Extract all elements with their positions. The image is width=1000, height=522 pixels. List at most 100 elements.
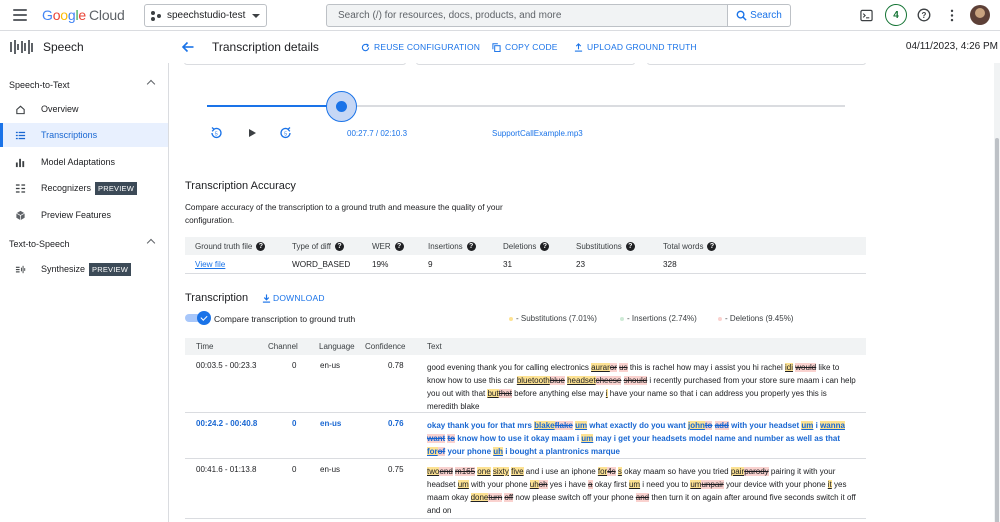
sidebar-item-transcriptions[interactable]: Transcriptions xyxy=(0,123,168,147)
deletion-word: cheese xyxy=(595,376,622,385)
help-icon[interactable]: ? xyxy=(540,241,550,251)
replay-icon[interactable]: 5 xyxy=(209,126,223,140)
deletion-word: m165 xyxy=(455,467,476,476)
forward-icon[interactable]: 5 xyxy=(279,126,293,140)
header-insertions: Insertions? xyxy=(428,241,476,251)
section-title: Text-to-Speech xyxy=(9,239,70,249)
sidebar-section-speech-to-text[interactable]: Speech-to-Text xyxy=(9,79,159,90)
help-icon[interactable]: ? xyxy=(707,241,717,251)
header-time: Time xyxy=(196,342,214,351)
deletion-word: off xyxy=(504,493,514,502)
help-icon[interactable]: ? xyxy=(625,241,635,251)
top-bar: Google Cloud speechstudio-test Search (/)… xyxy=(0,0,1000,31)
row-confidence: 0.78 xyxy=(388,361,404,370)
substitution-word: um xyxy=(581,434,594,443)
download-button[interactable]: DOWNLOAD xyxy=(262,293,325,303)
total-words-value: 328 xyxy=(663,259,677,269)
table-row[interactable]: 00:24.2 - 00:40.8 0 en-us 0.76 okay than… xyxy=(185,413,866,459)
list-icon xyxy=(14,129,26,141)
page-scrollbar[interactable] xyxy=(994,63,1000,522)
search-button-label: Search xyxy=(750,10,782,21)
sidebar-item-overview[interactable]: Overview xyxy=(0,97,168,121)
sidebar-item-label: Recognizers xyxy=(41,183,92,193)
notifications-badge[interactable]: 4 xyxy=(885,4,907,26)
home-icon xyxy=(14,103,26,115)
table-row[interactable]: 00:41.6 - 01:13.8 0 en-us 0.75 twoend m1… xyxy=(185,459,866,519)
substitution-word: but xyxy=(487,389,499,398)
svg-text:?: ? xyxy=(922,11,927,20)
menu-icon[interactable] xyxy=(13,9,27,21)
product-header[interactable]: Speech xyxy=(0,31,169,63)
project-selector[interactable]: speechstudio-test xyxy=(144,4,267,27)
sidebar-item-synthesize[interactable]: Synthesize PREVIEW xyxy=(0,257,168,281)
header-confidence: Confidence xyxy=(365,342,406,351)
sidebar-item-label: Model Adaptations xyxy=(41,157,116,167)
table-row[interactable]: 00:03.5 - 00:23.3 0 en-us 0.78 good even… xyxy=(185,355,866,413)
substitution-word: aurar xyxy=(591,363,610,372)
reuse-configuration-button[interactable]: REUSE CONFIGURATION xyxy=(361,42,480,52)
logo-cloud-text: Cloud xyxy=(89,7,125,23)
sidebar-item-recognizers[interactable]: Recognizers PREVIEW xyxy=(0,176,168,200)
copy-code-button[interactable]: COPY CODE xyxy=(492,42,558,52)
row-channel: 0 xyxy=(292,419,297,428)
help-icon[interactable]: ? xyxy=(256,241,266,251)
insertions-value: 9 xyxy=(428,259,433,269)
row-language: en-us xyxy=(320,465,341,474)
substitution-word: blake xyxy=(534,421,555,430)
help-icon[interactable]: ? xyxy=(466,241,476,251)
help-icon[interactable]: ? xyxy=(335,241,344,251)
transcription-date: 04/11/2023, 4:26 PM xyxy=(905,41,998,52)
page-header: Transcription details REUSE CONFIGURATIO… xyxy=(169,31,1000,63)
more-vert-icon[interactable] xyxy=(943,6,961,24)
header-label: Total words xyxy=(663,241,704,251)
sidebar-section-text-to-speech[interactable]: Text-to-Speech xyxy=(9,238,159,249)
deletions-value: 31 xyxy=(503,259,513,269)
playback-time: 00:27.7 / 02:10.3 xyxy=(347,129,408,138)
substitution-dot xyxy=(509,316,513,321)
download-label: DOWNLOAD xyxy=(273,293,325,303)
substitution-word: wanna xyxy=(820,421,845,430)
search-button[interactable]: Search xyxy=(728,4,791,27)
row-time: 00:03.5 - 00:23.3 xyxy=(196,361,257,370)
play-icon[interactable] xyxy=(245,126,259,140)
upload-ground-truth-button[interactable]: UPLOAD GROUND TRUTH xyxy=(574,42,697,52)
substitution-word: sixty xyxy=(492,467,509,476)
config-card xyxy=(184,63,406,65)
diff-type-value: WORD_BASED xyxy=(292,259,351,269)
substitution-word: um xyxy=(690,480,702,489)
header-ground-truth-file: Ground truth file? xyxy=(195,241,266,251)
google-cloud-logo[interactable]: Google Cloud xyxy=(42,7,125,23)
upload-label: UPLOAD GROUND TRUTH xyxy=(587,42,697,52)
header-text: Text xyxy=(427,342,442,351)
legend-substitutions: - Substitutions (7.01%) xyxy=(509,314,597,323)
deletion-word: turn xyxy=(488,493,503,502)
deletion-word: add xyxy=(714,421,729,430)
row-language: en-us xyxy=(320,419,342,428)
upload-icon xyxy=(574,42,583,52)
help-icon[interactable]: ? xyxy=(915,6,933,24)
deletion-word: a xyxy=(588,480,593,489)
sidebar-item-preview-features[interactable]: Preview Features xyxy=(0,203,168,227)
scrollbar-thumb[interactable] xyxy=(995,138,999,522)
arrow-back-icon[interactable] xyxy=(181,40,195,54)
header-channel: Channel xyxy=(268,342,298,351)
help-icon[interactable]: ? xyxy=(394,241,404,251)
deletion-word: to xyxy=(704,421,713,430)
compare-toggle[interactable] xyxy=(185,311,211,325)
accuracy-title: Transcription Accuracy xyxy=(185,180,296,192)
wer-value: 19% xyxy=(372,259,389,269)
sidebar-item-label: Overview xyxy=(41,104,79,114)
deletion-word: oh xyxy=(538,480,548,489)
search-input[interactable]: Search (/) for resources, docs, products… xyxy=(326,4,728,27)
view-file-link[interactable]: View file xyxy=(195,260,225,269)
cloud-shell-icon[interactable] xyxy=(857,6,875,24)
page-title: Transcription details xyxy=(212,40,319,54)
audio-seek-bar[interactable] xyxy=(207,105,845,107)
audio-file-name[interactable]: SupportCallExample.mp3 xyxy=(492,129,583,138)
sidebar-item-model-adaptations[interactable]: Model Adaptations xyxy=(0,150,168,174)
chevron-up-icon xyxy=(146,238,156,248)
preview-badge: PREVIEW xyxy=(95,181,138,195)
copy-label: COPY CODE xyxy=(505,42,558,52)
header-type-of-diff: Type of diff? xyxy=(292,241,344,251)
avatar[interactable] xyxy=(970,5,990,25)
